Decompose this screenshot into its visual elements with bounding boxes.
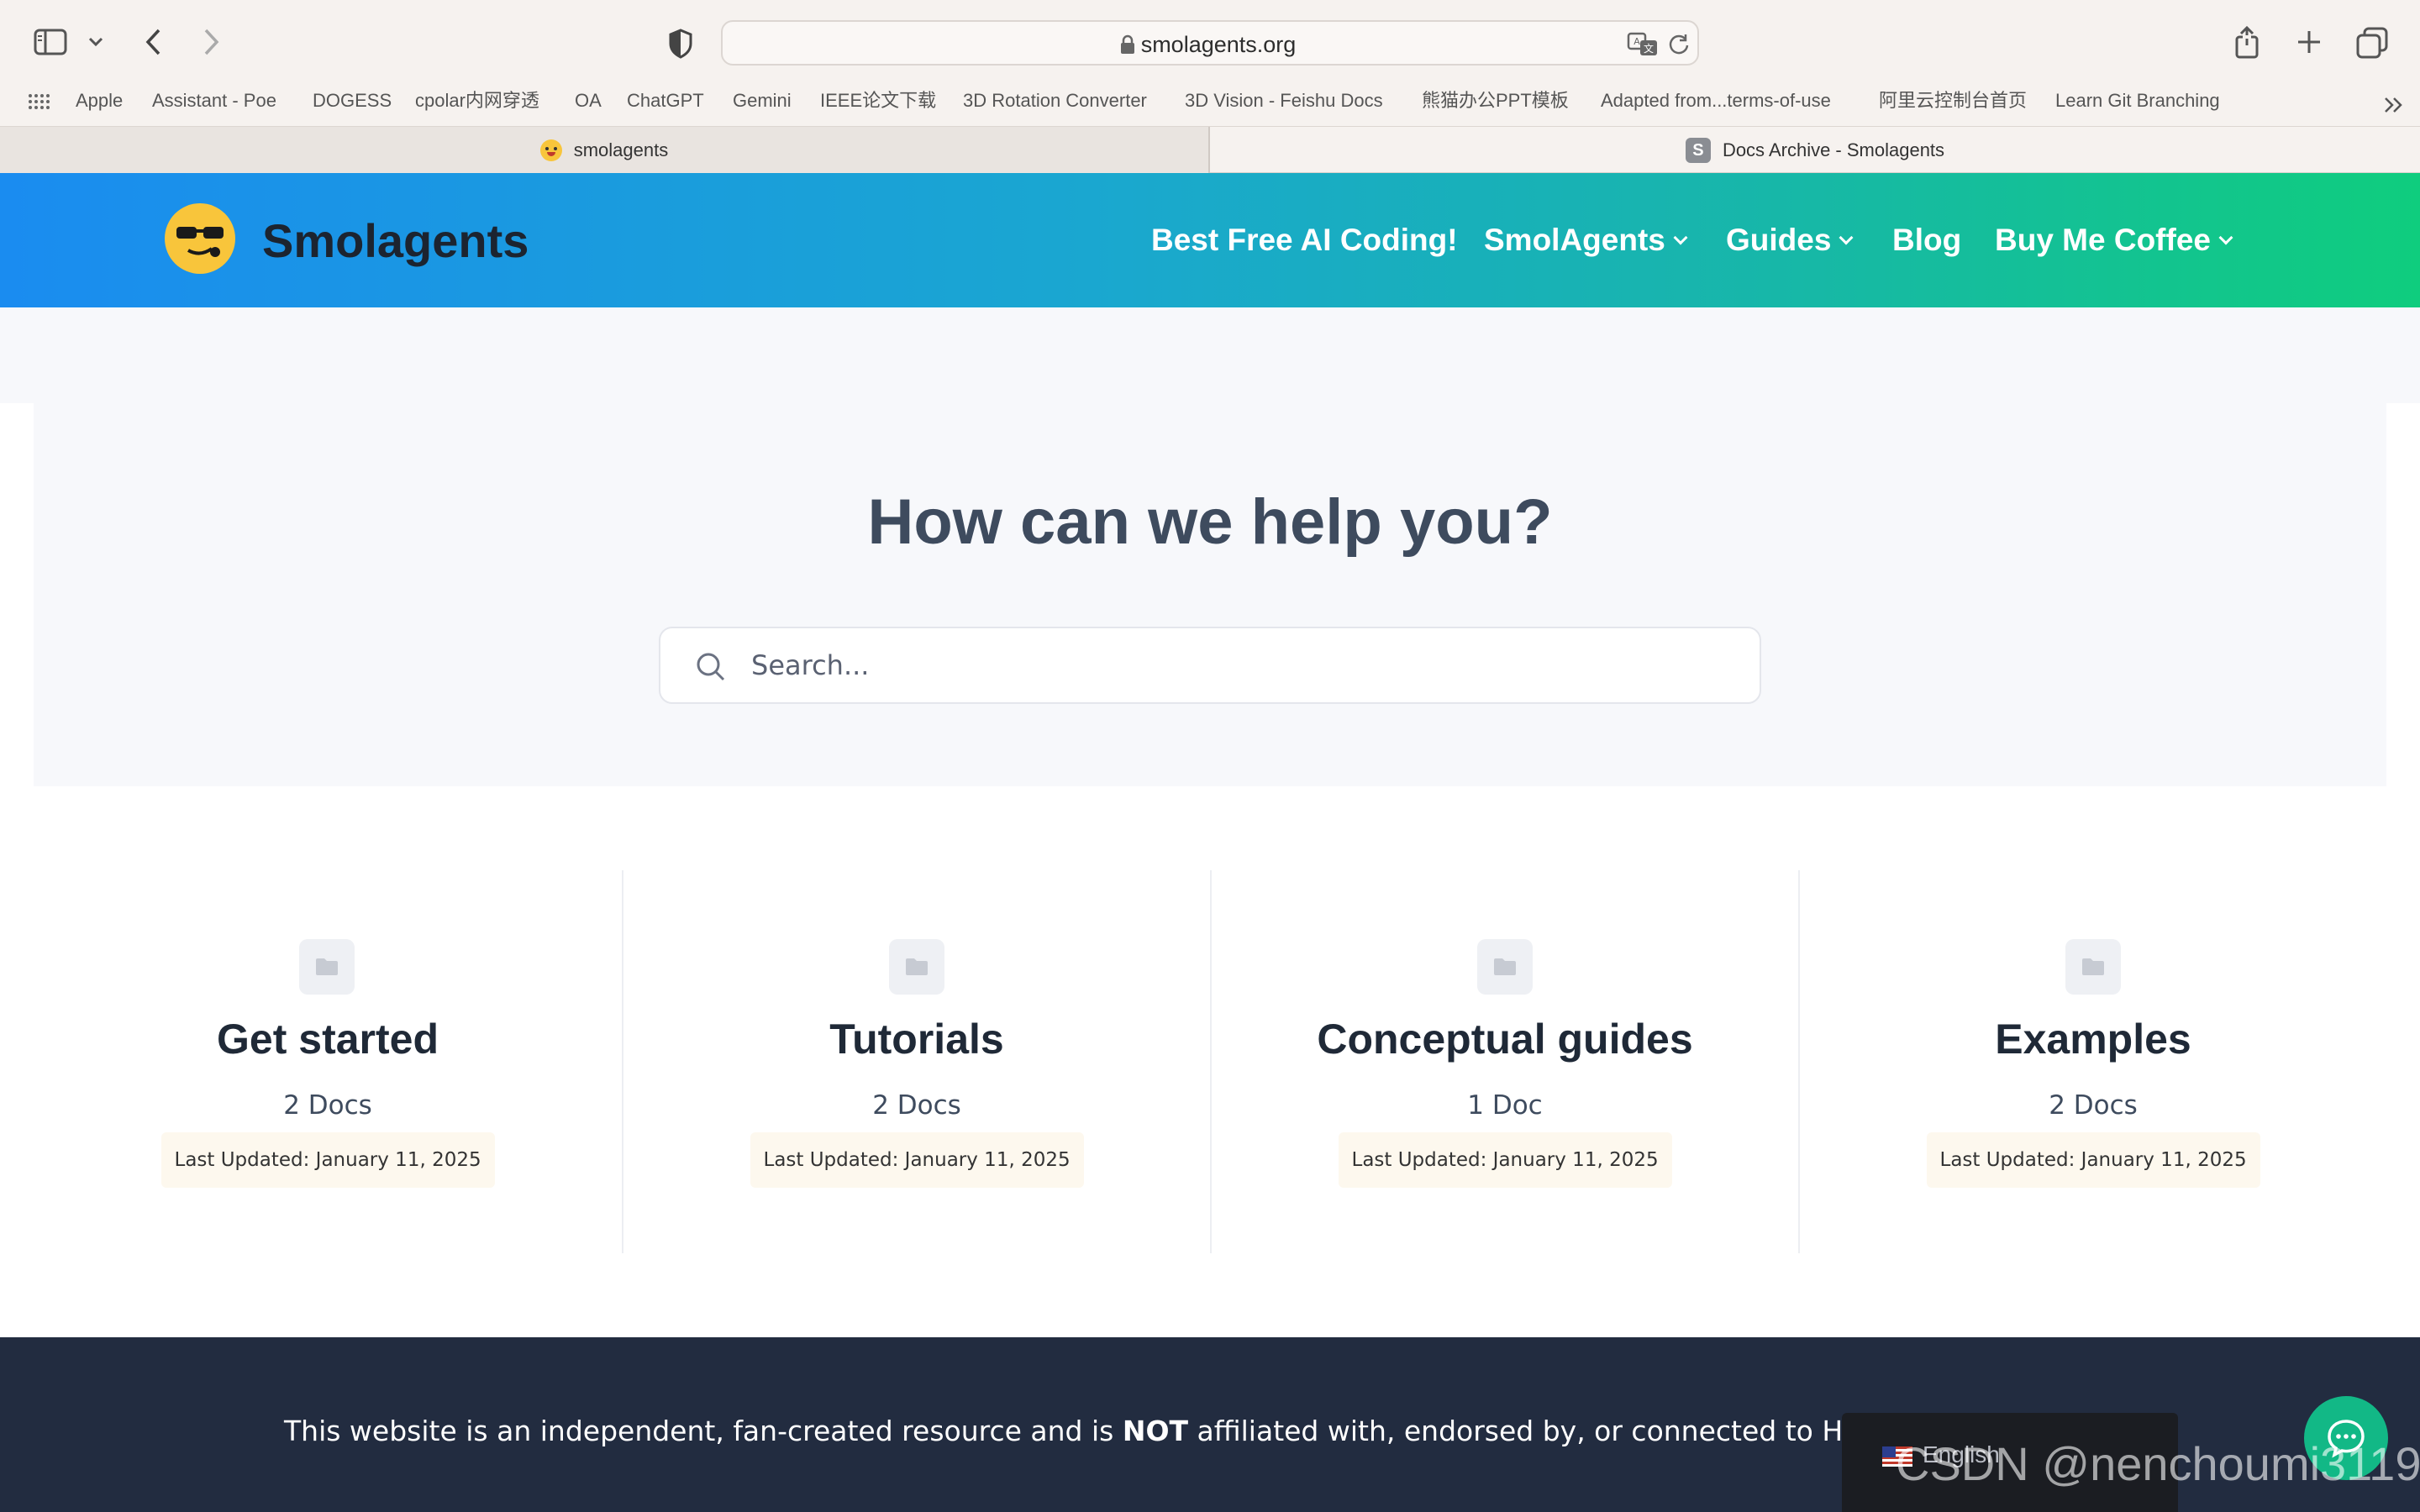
svg-text:文: 文 [1644,42,1654,55]
hero-section: How can we help you? [34,403,2386,786]
logo-icon[interactable] [165,203,235,274]
last-updated-badge: Last Updated: January 11, 2025 [160,1132,495,1188]
bookmark-item[interactable]: 3D Rotation Converter [963,86,1147,128]
category-card-tutorials[interactable]: Tutorials 2 Docs Last Updated: January 1… [622,870,1210,1253]
nav-label: SmolAgents [1484,223,1665,257]
nav-guides[interactable]: Guides [1726,213,1854,267]
category-title[interactable]: Tutorials [623,1015,1210,1063]
category-title[interactable]: Conceptual guides [1212,1015,1798,1063]
brand-name[interactable]: Smolagents [262,213,529,268]
tab-docs-archive[interactable]: S Docs Archive - Smolagents [1210,127,2420,174]
bookmark-item[interactable]: OA [575,86,602,128]
nav-smolagents[interactable]: SmolAgents [1484,213,1688,267]
doc-count: 2 Docs [283,1090,372,1121]
doc-count: 2 Docs [2049,1090,2138,1121]
page-title: How can we help you? [867,486,1553,558]
nav-buy-me-coffee[interactable]: Buy Me Coffee [1995,213,2233,267]
folder-icon [2065,939,2121,995]
url-text: smolagents.org [1140,32,1297,57]
disclaimer-text: affiliated with, endorsed by, or connect… [1188,1415,1922,1447]
hero-spacer [0,307,2420,403]
footer-disclaimer: This website is an independent, fan-crea… [284,1415,1921,1447]
category-card-examples[interactable]: Examples 2 Docs Last Updated: January 11… [1798,870,2386,1253]
browser-toolbar: smolagents.org 文A [0,0,2420,86]
nav-label: Buy Me Coffee [1995,223,2211,257]
tab-label: Docs Archive - Smolagents [1722,139,1945,160]
folder-icon [1477,939,1533,995]
category-grid: Get started 2 Docs Last Updated: January… [34,870,2386,1253]
tab-label: smolagents [573,139,669,160]
bookmark-item[interactable]: 熊猫办公PPT模板 [1422,86,1569,128]
disclaimer-text: This website is an independent, fan-crea… [284,1415,1123,1447]
reload-icon[interactable] [1667,32,1691,55]
doc-count: 2 Docs [872,1090,961,1121]
new-tab-icon[interactable] [2292,25,2326,59]
nav-blog[interactable]: Blog [1892,213,1961,267]
folder-icon [889,939,944,995]
bookmark-item[interactable]: 阿里云控制台首页 [1879,86,2027,128]
bookmark-item[interactable]: cpolar内网穿透 [415,86,539,128]
bookmark-item[interactable]: 3D Vision - Feishu Docs [1185,86,1383,128]
sidebar-toggle-icon[interactable] [32,25,69,59]
csdn-watermark: CSDN @nenchoumi3119 [1896,1437,2420,1490]
category-card-conceptual-guides[interactable]: Conceptual guides 1 Doc Last Updated: Ja… [1210,870,1798,1253]
translate-icon[interactable]: 文A [1627,32,1660,57]
last-updated-badge: Last Updated: January 11, 2025 [1926,1132,2260,1188]
last-updated-badge: Last Updated: January 11, 2025 [750,1132,1084,1188]
category-title[interactable]: Examples [1800,1015,2386,1063]
search-box[interactable] [659,627,1761,704]
category-title[interactable]: Get started [34,1015,622,1063]
bookmarks-bar: Apple Assistant - Poe DOGESS cpolar内网穿透 … [0,86,2420,128]
forward-icon[interactable] [195,24,229,60]
bookmark-item[interactable]: Gemini [733,86,792,128]
bookmark-item[interactable]: Assistant - Poe [152,86,276,128]
chevron-down-icon [1839,230,1854,245]
nav-label: Guides [1726,223,1832,257]
nav-best-free-ai-coding[interactable]: Best Free AI Coding! [1151,213,1458,267]
bookmark-item[interactable]: Adapted from...terms-of-use [1601,86,1831,128]
share-icon[interactable] [2230,22,2264,62]
shield-icon[interactable] [664,25,697,62]
svg-text:A: A [1634,36,1640,47]
bookmark-item[interactable]: Apple [76,86,123,128]
chevron-down-icon [1673,230,1688,245]
back-icon[interactable] [136,24,170,60]
search-icon [697,653,725,681]
category-card-get-started[interactable]: Get started 2 Docs Last Updated: January… [34,870,622,1253]
nav-label: Blog [1892,223,1962,257]
doc-count: 1 Doc [1467,1090,1543,1121]
address-bar[interactable]: smolagents.org 文A [721,20,1699,66]
tab-smolagents[interactable]: smolagents [0,127,1210,174]
folder-icon [299,939,355,995]
chevron-down-icon[interactable] [84,30,108,54]
bookmark-item[interactable]: Learn Git Branching [2055,86,2220,128]
bookmark-item[interactable]: IEEE论文下载 [820,86,936,128]
bookmark-item[interactable]: DOGESS [313,86,392,128]
more-bookmarks-icon[interactable] [2381,92,2407,118]
last-updated-badge: Last Updated: January 11, 2025 [1338,1132,1672,1188]
site-header: Smolagents Best Free AI Coding! SmolAgen… [0,173,2420,307]
hugging-face-icon [539,139,562,161]
tab-bar: smolagents S Docs Archive - Smolagents [0,126,2420,174]
disclaimer-emphasis: NOT [1122,1415,1189,1447]
search-input[interactable] [751,628,1743,702]
nav-label: Best Free AI Coding! [1151,223,1458,257]
grid-icon[interactable] [25,91,52,113]
chevron-down-icon [2218,230,2233,245]
tab-overview-icon[interactable] [2354,25,2390,60]
bookmark-item[interactable]: ChatGPT [627,86,704,128]
site-favicon-icon: S [1685,138,1711,163]
